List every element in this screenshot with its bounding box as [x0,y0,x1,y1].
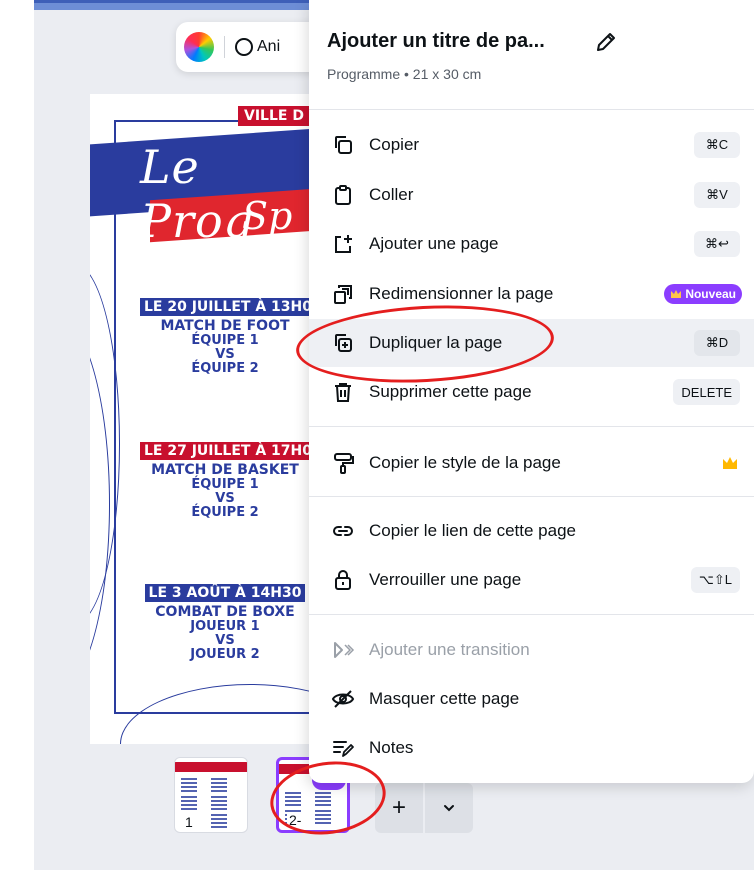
lock-icon [335,570,351,590]
event-date: LE 27 JUILLET À 17H00 [140,442,320,460]
event-block: LE 27 JUILLET À 17H00 MATCH DE BASKET ÉQ… [140,440,320,520]
menu-item-copy-style[interactable]: Copier le style de la page [309,439,754,487]
menu-item-hide-page[interactable]: Masquer cette page [309,675,754,723]
trash-icon [335,383,351,402]
thumbnail-banner [175,762,247,772]
premium-crown-icon [723,457,737,469]
event-team: ÉQUIPE 2 [191,361,259,376]
menu-item-copy-link[interactable]: Copier le lien de cette page [309,507,754,555]
shortcut-badge: ⌥⇧L [690,567,740,593]
menu-item-label: Ajouter une transition [369,640,530,659]
link-icon [333,526,353,536]
chevron-down-icon [444,805,454,812]
transition-icon [334,642,355,658]
menu-divider [309,426,754,427]
eye-off-icon [331,690,355,708]
event-vs: VS [215,491,235,506]
menu-item-label: Copier le style de la page [369,453,561,472]
menu-header: Ajouter un titre de pa... Programme • 21… [309,0,754,110]
paint-roller-icon [334,453,354,474]
event-team: JOUEUR 2 [190,647,260,662]
floating-toolbar: Ani [176,22,326,72]
menu-divider [309,496,754,497]
event-name: MATCH DE BASKET [151,462,299,478]
event-team: JOUEUR 1 [190,619,260,634]
poster-subtitle: Sp [242,194,293,238]
menu-item-label: Coller [369,185,414,204]
toolbar-divider [224,36,225,58]
event-date: LE 3 AOÛT À 14H30 [144,584,306,602]
menu-item-label: Supprimer cette page [369,382,532,401]
page-canvas[interactable]: VILLE D Le Prog Sp LE 20 JUILLET À 13H00… [90,94,320,744]
pencil-icon[interactable] [594,30,618,54]
menu-item-label: Redimensionner la page [369,284,554,303]
new-badge: Nouveau [664,284,742,304]
menu-item-lock-page[interactable]: Verrouiller une page ⌥⇧L [309,556,754,604]
copy-icon [335,136,352,154]
menu-item-label: Copier [369,135,420,154]
page-format-label: Programme • 21 x 30 cm [327,66,482,82]
menu-item-label: Copier le lien de cette page [369,521,576,540]
shortcut-badge: ⌘↩ [694,231,740,257]
shortcut-badge: ⌘D [694,330,740,356]
event-team: ÉQUIPE 1 [191,477,259,492]
page-context-menu: Ajouter un titre de pa... Programme • 21… [309,0,754,783]
resize-icon [334,285,352,304]
thumbnail-content [181,778,197,792]
animate-button[interactable]: Ani [235,38,280,56]
event-team: ÉQUIPE 2 [191,505,259,520]
menu-item-label: Notes [369,738,414,757]
crown-icon [671,290,682,298]
menu-item-label: Verrouiller une page [369,570,522,589]
canvas-top-bar [34,0,314,10]
menu-divider [309,614,754,615]
event-name: MATCH DE FOOT [160,318,290,334]
menu-item-label: Ajouter une page [369,234,499,253]
animate-label: Ani [257,38,281,55]
event-team: ÉQUIPE 1 [191,333,259,348]
event-date: LE 20 JUILLET À 13H00 [140,298,320,316]
event-vs: VS [215,633,235,648]
menu-item-add-page[interactable]: Ajouter une page ⌘↩ [309,220,754,268]
add-page-options-button[interactable] [425,783,473,833]
poster-city-label: VILLE D [238,106,310,126]
animate-icon [235,38,253,56]
new-badge-label: Nouveau [685,287,736,301]
add-page-icon [335,235,352,253]
menu-item-label: Masquer cette page [369,689,520,708]
menu-item-notes[interactable]: Notes [309,724,754,772]
page-thumbnail-1[interactable]: 1 [174,757,248,833]
menu-item-paste[interactable]: Coller ⌘V [309,171,754,219]
poster-title: Le Prog [140,140,255,248]
color-picker-icon[interactable] [184,32,214,62]
event-block: LE 20 JUILLET À 13H00 MATCH DE FOOT ÉQUI… [140,296,320,376]
event-name: COMBAT DE BOXE [155,604,295,620]
page-title[interactable]: Ajouter un titre de pa... [327,30,545,53]
notes-icon [333,741,354,757]
page-number: 1 [183,814,195,830]
event-block: LE 3 AOÛT À 14H30 COMBAT DE BOXE JOUEUR … [140,582,310,662]
shortcut-badge: ⌘C [694,132,740,158]
thumbnail-content [211,778,227,792]
shortcut-badge: DELETE [673,379,740,405]
thumbnail-content [211,796,227,810]
thumbnail-content [181,796,197,810]
paste-icon [335,185,351,205]
menu-item-add-transition: Ajouter une transition [309,626,754,674]
thumbnail-content [211,814,227,828]
event-vs: VS [215,347,235,362]
add-page-group: + [375,783,473,833]
shortcut-badge: ⌘V [694,182,740,208]
menu-item-copy[interactable]: Copier ⌘C [309,121,754,169]
